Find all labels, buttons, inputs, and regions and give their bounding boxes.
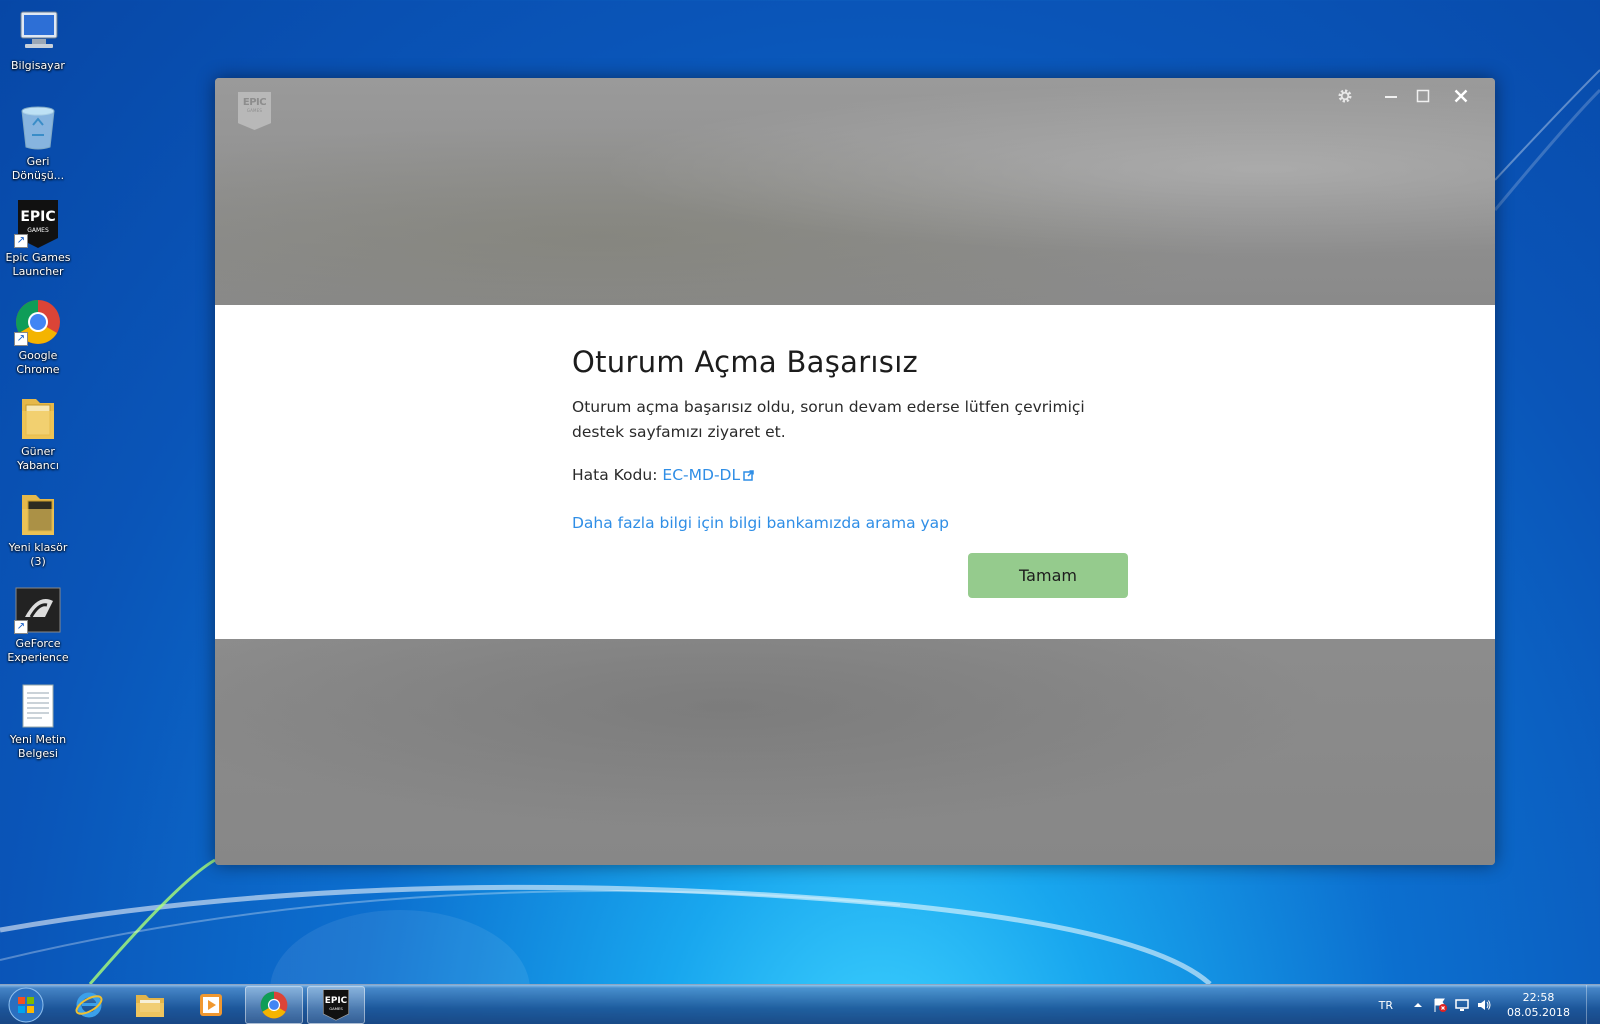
error-code-link[interactable]: EC-MD-DL: [662, 466, 740, 484]
clock-date: 08.05.2018: [1507, 1006, 1570, 1019]
minimize-icon: [1385, 96, 1397, 98]
network-icon-glyph: [1455, 999, 1469, 1011]
clock[interactable]: 22:58 08.05.2018: [1507, 990, 1570, 1020]
taskbar-chrome[interactable]: [245, 986, 303, 1024]
svg-text:GAMES: GAMES: [329, 1006, 343, 1011]
media-player-icon: [200, 994, 222, 1016]
window-controls: [1329, 82, 1477, 110]
close-button[interactable]: [1445, 82, 1477, 110]
error-code-row: Hata Kodu: EC-MD-DL: [572, 466, 1132, 484]
internet-explorer-icon: [75, 992, 103, 1018]
chevron-up-icon: [1414, 1003, 1423, 1007]
clock-time: 22:58: [1522, 991, 1555, 1004]
svg-text:EPIC: EPIC: [20, 209, 55, 225]
computer-icon: [14, 8, 62, 56]
start-button[interactable]: [3, 986, 49, 1024]
svg-text:GAMES: GAMES: [27, 227, 49, 234]
launcher-background-top: [215, 78, 1495, 305]
taskbar-internet-explorer[interactable]: [60, 986, 118, 1024]
desktop-icon-text-document[interactable]: Yeni Metin Belgesi: [2, 682, 74, 761]
maximize-button[interactable]: [1407, 82, 1439, 110]
external-link-icon[interactable]: [743, 469, 754, 481]
desktop-icon-geforce[interactable]: ↗ GeForce Experience: [2, 586, 74, 665]
desktop-icon-guner-yabanci[interactable]: Güner Yabancı: [2, 394, 74, 473]
gear-icon: [1338, 89, 1352, 103]
desktop-icon-epic-games[interactable]: EPIC GAMES ↗ Epic Games Launcher: [2, 200, 74, 279]
dialog-title: Oturum Açma Başarısız: [572, 345, 919, 379]
minimize-button[interactable]: [1375, 82, 1407, 110]
taskbar-file-explorer[interactable]: [121, 986, 179, 1024]
shortcut-arrow-icon: ↗: [14, 234, 28, 248]
speaker-icon: [1478, 1000, 1491, 1010]
ok-button[interactable]: Tamam: [968, 553, 1128, 598]
taskbar: EPIC GAMES TR 22:58 08.05.2018: [0, 984, 1600, 1024]
chrome-icon: ↗: [14, 298, 62, 346]
close-icon: [1454, 89, 1468, 103]
geforce-icon: ↗: [14, 586, 62, 634]
epic-launcher-window: EPIC GAMES Oturum Açma Başarısız Oturum …: [215, 78, 1495, 865]
shortcut-arrow-icon: ↗: [14, 620, 28, 634]
epic-games-icon: EPIC GAMES ↗: [14, 200, 62, 248]
settings-button[interactable]: [1329, 82, 1361, 110]
taskbar-epic-games[interactable]: EPIC GAMES: [307, 986, 365, 1024]
taskbar-media-player[interactable]: [182, 986, 240, 1024]
windows-start-icon: [8, 987, 44, 1023]
epic-games-icon: EPICGAMES: [322, 989, 350, 1021]
show-desktop-button[interactable]: [1586, 985, 1600, 1024]
text-document-icon: [14, 682, 62, 730]
action-center-icon[interactable]: [1429, 995, 1451, 1015]
folder-icon: [14, 394, 62, 442]
flag-icon: [1434, 998, 1448, 1012]
shortcut-arrow-icon: ↗: [14, 332, 28, 346]
chrome-icon: [260, 991, 288, 1019]
volume-icon[interactable]: [1473, 995, 1495, 1015]
launcher-background-bottom: [215, 639, 1495, 865]
epic-games-logo: EPIC GAMES: [238, 92, 271, 130]
desktop-icon-recycle-bin[interactable]: Geri Dönüşü...: [2, 104, 74, 183]
language-indicator[interactable]: TR: [1379, 999, 1393, 1012]
show-hidden-icons-button[interactable]: [1407, 995, 1429, 1015]
dialog-message: Oturum açma başarısız oldu, sorun devam …: [572, 398, 1085, 441]
login-failed-dialog: Oturum Açma Başarısız Oturum açma başarı…: [215, 305, 1495, 639]
desktop-icon-yeni-klasor[interactable]: Yeni klasör (3): [2, 490, 74, 569]
folder-icon: [14, 490, 62, 538]
maximize-icon: [1416, 89, 1430, 103]
recycle-bin-icon: [14, 104, 62, 152]
svg-text:EPIC: EPIC: [325, 996, 347, 1006]
desktop-icon-chrome[interactable]: ↗ Google Chrome: [2, 298, 74, 377]
system-tray: TR 22:58 08.05.2018: [1379, 985, 1600, 1024]
error-code-label: Hata Kodu:: [572, 466, 658, 484]
knowledge-base-link[interactable]: Daha fazla bilgi için bilgi bankamızda a…: [572, 514, 1132, 532]
desktop-icon-computer[interactable]: Bilgisayar: [2, 8, 74, 73]
file-explorer-icon: [136, 995, 164, 1017]
network-icon[interactable]: [1451, 995, 1473, 1015]
